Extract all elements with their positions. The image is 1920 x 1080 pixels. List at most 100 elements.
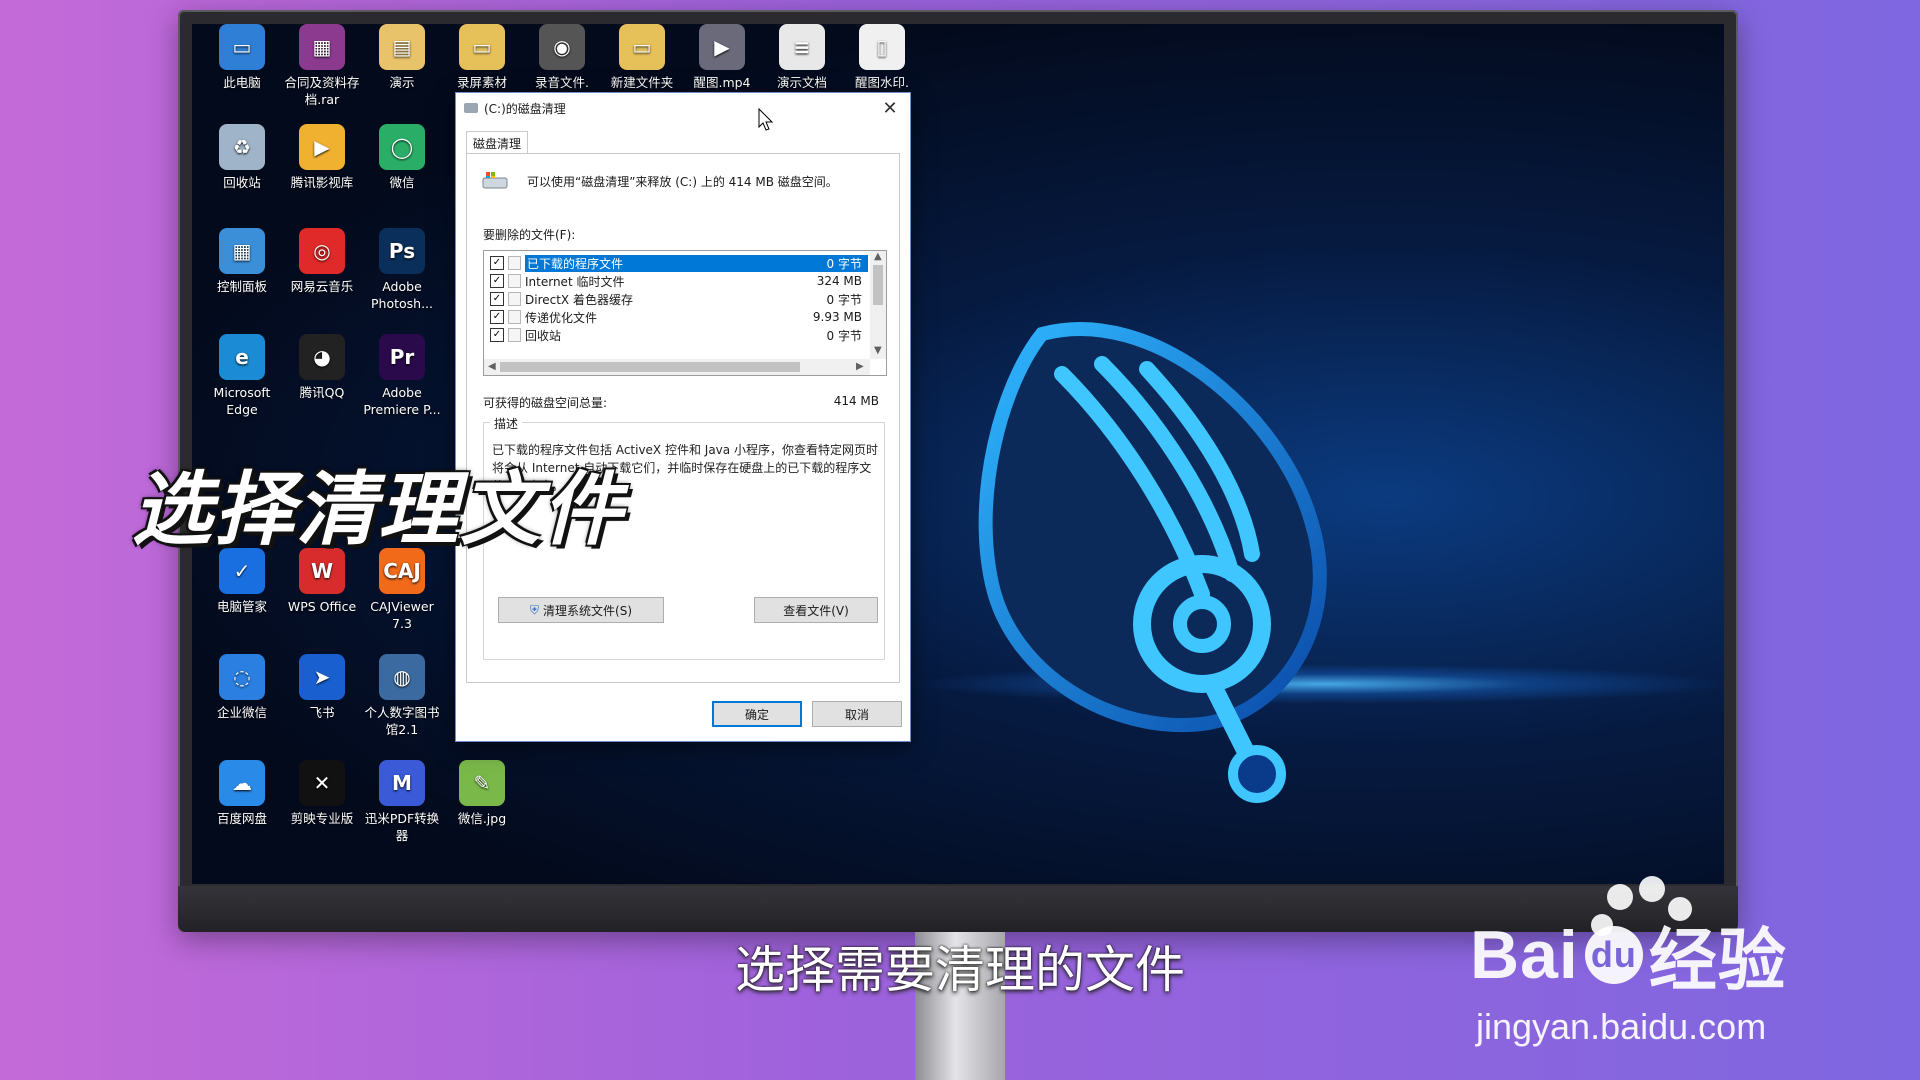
app-icon: ▦: [219, 228, 265, 274]
app-icon: Ps: [379, 228, 425, 274]
desktop-icon-label: 控制面板: [216, 279, 267, 294]
app-icon: ➤: [299, 654, 345, 700]
desktop-icon[interactable]: ◕ 腾讯QQ: [281, 334, 363, 401]
file-type-icon: [508, 292, 521, 306]
watermark-brand: Bai: [1470, 916, 1579, 993]
file-checkbox[interactable]: ✓: [490, 274, 504, 288]
desktop-icon-label: 微信.jpg: [457, 811, 507, 826]
desktop-icon[interactable]: ▶ 腾讯影视库: [281, 124, 363, 191]
desktop-icon-label: 回收站: [223, 175, 261, 190]
app-icon: ◕: [299, 334, 345, 380]
cancel-button[interactable]: 取消: [812, 701, 902, 727]
files-label: 要删除的文件(F):: [483, 228, 576, 242]
app-icon: ◌: [219, 654, 265, 700]
file-row[interactable]: ✓ DirectX 着色器缓存 0 字节: [484, 289, 868, 309]
file-name: 回收站: [525, 328, 562, 343]
desktop-icon[interactable]: ➤ 飞书: [281, 654, 363, 721]
desktop-icon[interactable]: ▤ 演示: [361, 24, 443, 91]
desktop-icon[interactable]: ▭ 录屏素材: [441, 24, 523, 91]
desktop-icon[interactable]: ◌ 企业微信: [201, 654, 283, 721]
app-icon: Pr: [379, 334, 425, 380]
wallpaper-leaf-logo-icon: [978, 322, 1327, 803]
desktop-icon[interactable]: ▦ 控制面板: [201, 228, 283, 295]
app-icon: ≡: [779, 24, 825, 70]
desktop-icon[interactable]: M 迅米PDF转换器: [361, 760, 443, 844]
desktop-icon[interactable]: ▶ 醒图.mp4: [681, 24, 763, 91]
desktop-icon-label: Adobe Photosh...: [370, 279, 433, 311]
clean-system-files-button[interactable]: ⛨ 清理系统文件(S): [498, 597, 664, 623]
desktop-icon-label: 新建文件夹: [610, 75, 674, 90]
file-checkbox[interactable]: ✓: [490, 256, 504, 270]
app-icon: M: [379, 760, 425, 806]
file-row[interactable]: ✓ Internet 临时文件 324 MB: [484, 271, 868, 291]
desktop-icon[interactable]: ♻ 回收站: [201, 124, 283, 191]
disk-cleanup-panel: 可以使用“磁盘清理”来释放 (C:) 上的 414 MB 磁盘空间。 要删除的文…: [466, 153, 900, 683]
desktop-icon-label: 个人数字图书馆2.1: [364, 705, 440, 737]
desktop-icon[interactable]: ☁ 百度网盘: [201, 760, 283, 827]
vertical-scrollbar[interactable]: ▲ ▼: [870, 251, 886, 359]
app-icon: ♻: [219, 124, 265, 170]
total-label: 可获得的磁盘空间总量:: [483, 396, 608, 410]
desktop-icon-label: WPS Office: [287, 599, 357, 614]
desktop-icon-label: 醒图.mp4: [693, 75, 751, 90]
scroll-right-icon[interactable]: ▶: [856, 361, 864, 372]
file-row[interactable]: ✓ 已下载的程序文件 0 字节: [484, 253, 868, 273]
desktop-icon-label: 录屏素材: [456, 75, 507, 90]
vertical-scroll-thumb[interactable]: [873, 265, 883, 305]
file-type-icon: [508, 310, 521, 324]
desktop-icon-label: 腾讯影视库: [290, 175, 354, 190]
file-type-icon: [508, 328, 521, 342]
files-listbox[interactable]: ✓ 已下载的程序文件 0 字节 ✓ Internet 临时文件 324 MB ✓ Direct…: [483, 250, 887, 376]
file-name: 已下载的程序文件: [525, 254, 782, 272]
disk-cleanup-dialog: (C:)的磁盘清理 ✕ 磁盘清理 可以使用“磁盘清理”来释放 (C:) 上的 4…: [455, 92, 911, 742]
tab-disk-cleanup[interactable]: 磁盘清理: [466, 131, 529, 155]
close-icon[interactable]: ✕: [878, 98, 902, 119]
desktop-icon[interactable]: ▭ 新建文件夹: [601, 24, 683, 91]
app-icon: ◍: [379, 654, 425, 700]
view-files-button[interactable]: 查看文件(V): [754, 597, 878, 623]
horizontal-scrollbar[interactable]: ◀ ▶: [484, 359, 870, 375]
desktop-icon-label: 网易云音乐: [290, 279, 354, 294]
horizontal-scroll-thumb[interactable]: [500, 362, 800, 372]
desktop-icon[interactable]: ▦ 合同及资料存档.rar: [281, 24, 363, 108]
desktop-icon[interactable]: ◎ 网易云音乐: [281, 228, 363, 295]
desktop-icon[interactable]: ◯ 微信: [361, 124, 443, 191]
desktop-icon[interactable]: ≡ 演示文档: [761, 24, 843, 91]
desktop-icon[interactable]: ◍ 个人数字图书馆2.1: [361, 654, 443, 738]
desktop-icon-label: 微信: [389, 175, 415, 190]
desktop-icon-label: 飞书: [309, 705, 335, 720]
desktop-icon[interactable]: ✎ 微信.jpg: [441, 760, 523, 827]
ok-button[interactable]: 确定: [712, 701, 802, 727]
app-icon: ✎: [459, 760, 505, 806]
scroll-left-icon[interactable]: ◀: [488, 361, 496, 372]
desktop-icon-label: CAJViewer 7.3: [370, 599, 434, 631]
desktop-icon[interactable]: Pr Adobe Premiere P...: [361, 334, 443, 418]
desktop-icon-label: Microsoft Edge: [213, 385, 271, 417]
desktop-icon[interactable]: ✕ 剪映专业版: [281, 760, 363, 827]
baidu-jingyan-watermark: Bai du 经验 jingyan.baidu.com: [1470, 905, 1787, 1048]
scroll-down-icon[interactable]: ▼: [874, 345, 882, 356]
file-checkbox[interactable]: ✓: [490, 310, 504, 324]
file-size: 9.93 MB: [812, 310, 862, 324]
app-icon: ☁: [219, 760, 265, 806]
file-name: 传递优化文件: [525, 310, 598, 325]
file-size: 0 字节: [782, 254, 868, 272]
desktop-icon[interactable]: e Microsoft Edge: [201, 334, 283, 418]
file-row[interactable]: ✓ 回收站 0 字节: [484, 325, 868, 345]
desktop-icon[interactable]: ▭ 此电脑: [201, 24, 283, 91]
drive-icon: [464, 103, 478, 113]
app-icon: ▶: [699, 24, 745, 70]
desktop-icon[interactable]: Ps Adobe Photosh...: [361, 228, 443, 312]
desktop-icon[interactable]: ◉ 录音文件.: [521, 24, 603, 91]
desktop-icon-label: 此电脑: [223, 75, 261, 90]
dialog-titlebar[interactable]: (C:)的磁盘清理 ✕: [456, 93, 910, 123]
desktop-icon[interactable]: ▯ 醒图水印.: [841, 24, 923, 91]
total-value: 414 MB: [833, 394, 879, 408]
file-checkbox[interactable]: ✓: [490, 328, 504, 342]
file-checkbox[interactable]: ✓: [490, 292, 504, 306]
file-row[interactable]: ✓ 传递优化文件 9.93 MB: [484, 307, 868, 327]
desktop-icon-label: 迅米PDF转换器: [364, 811, 440, 843]
scroll-up-icon[interactable]: ▲: [874, 251, 882, 262]
desktop-icon-label: 剪映专业版: [290, 811, 354, 826]
desktop-icon-label: 演示文档: [776, 75, 827, 90]
